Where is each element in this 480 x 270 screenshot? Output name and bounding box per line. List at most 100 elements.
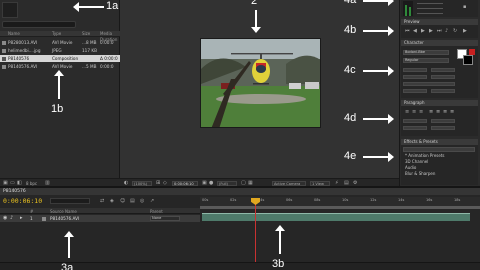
motion-blur-icon[interactable]: ◎ xyxy=(140,199,144,204)
horizontal-scale-field[interactable] xyxy=(431,89,455,93)
loop-icon[interactable]: ↻ xyxy=(453,29,457,34)
draft-3d-icon[interactable]: ◈ xyxy=(110,199,114,204)
justify-right-icon[interactable]: ≣ xyxy=(443,110,447,115)
work-area-bar[interactable] xyxy=(200,206,480,209)
effects-category[interactable]: * Animation Presets xyxy=(405,153,445,158)
leading-field[interactable] xyxy=(431,68,455,72)
parent-dropdown[interactable]: None xyxy=(150,215,180,221)
column-parent[interactable]: Parent xyxy=(150,209,163,214)
justify-left-icon[interactable]: ≣ xyxy=(429,110,433,115)
audio-icon[interactable]: ♪ xyxy=(445,29,448,34)
stroke-color-swatch[interactable] xyxy=(463,55,473,65)
column-type[interactable]: Type xyxy=(52,31,61,37)
magnification-dropdown[interactable]: (100%) xyxy=(132,180,152,186)
stroke-width-field[interactable] xyxy=(403,82,455,86)
project-search-input[interactable] xyxy=(2,21,76,28)
justify-all-icon[interactable]: ≣ xyxy=(450,110,454,115)
align-center-icon[interactable]: ≡ xyxy=(412,110,416,115)
always-preview-icon[interactable]: ◐ xyxy=(124,180,128,186)
flowchart-icon[interactable]: ⚙ xyxy=(353,180,357,186)
play-icon[interactable]: ▶ xyxy=(421,29,425,34)
space-before-field[interactable] xyxy=(403,126,427,130)
frame-blending-icon[interactable]: ▤ xyxy=(130,199,135,204)
new-folder-icon[interactable]: ▭ xyxy=(10,180,15,186)
indent-left-field[interactable] xyxy=(403,119,427,123)
item-name: helimedbi....jpg xyxy=(8,48,41,53)
camera-dropdown[interactable]: Active Camera xyxy=(272,180,306,186)
space-after-field[interactable] xyxy=(431,126,455,130)
resolution-dropdown[interactable]: (Full) xyxy=(217,180,237,186)
item-type: Composition xyxy=(52,56,79,61)
snapshot-icon[interactable]: ▣ xyxy=(202,180,207,186)
column-number[interactable]: # xyxy=(30,209,33,214)
viewer-timecode[interactable]: 0:00:06:10 xyxy=(172,180,198,186)
layer-name[interactable]: P8140576.AVI xyxy=(50,216,79,221)
column-size[interactable]: Size xyxy=(82,31,90,37)
views-dropdown[interactable]: 1 View xyxy=(310,180,330,186)
color-channel-icon[interactable]: ● xyxy=(209,180,213,186)
tracking-field[interactable] xyxy=(431,75,455,79)
vertical-scale-field[interactable] xyxy=(403,89,427,93)
visibility-eye-icon[interactable]: ◉ xyxy=(3,216,7,221)
font-size-field[interactable] xyxy=(403,68,427,72)
effects-category[interactable]: Blur & Sharpen xyxy=(405,171,435,176)
grid-icon[interactable]: ⊞ xyxy=(156,180,160,186)
font-family-dropdown[interactable]: Bodoni-Bbe xyxy=(403,50,449,55)
timeline-toggle-icon[interactable]: ▤ xyxy=(344,180,349,186)
layer-row[interactable]: ◉ ♪ ▸ 1 P8140576.AVI None xyxy=(0,215,200,222)
interpret-footage-icon[interactable]: ▣ xyxy=(3,180,8,186)
composition-icon xyxy=(2,56,6,61)
graph-editor-icon[interactable]: ↗ xyxy=(150,199,154,204)
first-frame-icon[interactable]: ⏮ xyxy=(405,29,410,34)
effects-category[interactable]: 3D Channel xyxy=(405,159,428,164)
fast-preview-icon[interactable]: ⚡ xyxy=(335,180,339,186)
transparency-grid-icon[interactable]: ▦ xyxy=(248,180,253,186)
column-source-name[interactable]: Source Name xyxy=(50,209,77,214)
kerning-field[interactable] xyxy=(403,75,427,79)
effects-search-input[interactable] xyxy=(403,147,475,152)
comp-mini-flowchart-icon[interactable]: ⇄ xyxy=(100,199,104,204)
previous-frame-icon[interactable]: ◀ xyxy=(413,29,417,34)
layer-column-header: # Source Name Parent xyxy=(0,208,200,214)
info-panel: ▪ xyxy=(401,0,478,17)
current-time-indicator[interactable] xyxy=(255,198,256,270)
footage-icon xyxy=(2,64,6,69)
callout-arrow xyxy=(363,66,394,76)
project-column-header: Name Type Size Media Duration xyxy=(0,31,120,42)
region-of-interest-icon[interactable]: ▢ xyxy=(241,180,246,186)
new-composition-icon[interactable]: ◧ xyxy=(17,180,22,186)
swap-colors-icon[interactable] xyxy=(469,49,475,55)
align-right-icon[interactable]: ≡ xyxy=(419,110,423,115)
ruler-label: 06s xyxy=(286,198,293,202)
callout-4d: 4d xyxy=(344,112,357,124)
project-item[interactable]: P8140576.AVI AVI Movie ...5 MB 0:00:0 xyxy=(0,63,120,70)
settings-icon[interactable]: ▪ xyxy=(463,5,466,10)
timeline-zoom-bar[interactable] xyxy=(200,262,480,270)
ram-preview-icon[interactable]: ▶ xyxy=(463,29,467,34)
item-size: 117 KB xyxy=(82,48,97,53)
align-left-icon[interactable]: ≡ xyxy=(405,110,409,115)
font-style-dropdown[interactable]: Regular xyxy=(403,58,449,63)
project-item[interactable]: P8140576 Composition Δ 0:00:0 xyxy=(0,55,120,62)
effects-category[interactable]: Audio xyxy=(405,165,416,170)
indent-right-field[interactable] xyxy=(431,119,455,123)
callout-arrow xyxy=(64,231,74,258)
column-name[interactable]: Name xyxy=(8,31,20,37)
expand-chevron-icon[interactable]: ▸ xyxy=(20,216,23,221)
timeline-search-input[interactable] xyxy=(50,198,90,204)
shy-layers-icon[interactable]: ☺ xyxy=(120,199,125,204)
justify-center-icon[interactable]: ≣ xyxy=(436,110,440,115)
last-frame-icon[interactable]: ⏭ xyxy=(437,29,442,34)
layer-duration-bar[interactable] xyxy=(202,214,470,221)
item-type: AVI Movie xyxy=(52,64,73,69)
mask-icon[interactable]: ◇ xyxy=(163,180,167,186)
bit-depth-label[interactable]: 8 bpc xyxy=(26,181,37,186)
audio-toggle-icon[interactable]: ♪ xyxy=(10,216,13,221)
next-frame-icon[interactable]: ▶ xyxy=(429,29,433,34)
tab-composition[interactable]: P8140576 xyxy=(3,189,26,194)
project-item[interactable]: helimedbi....jpg JPEG 117 KB xyxy=(0,47,120,54)
trash-icon[interactable]: ▥ xyxy=(45,180,50,186)
item-type: JPEG xyxy=(52,48,62,53)
current-time-display[interactable]: 0:00:06:10 xyxy=(3,197,42,205)
project-item[interactable]: P8280013.AVI AVI Movie ...8 MB 0:00:0 xyxy=(0,39,120,46)
